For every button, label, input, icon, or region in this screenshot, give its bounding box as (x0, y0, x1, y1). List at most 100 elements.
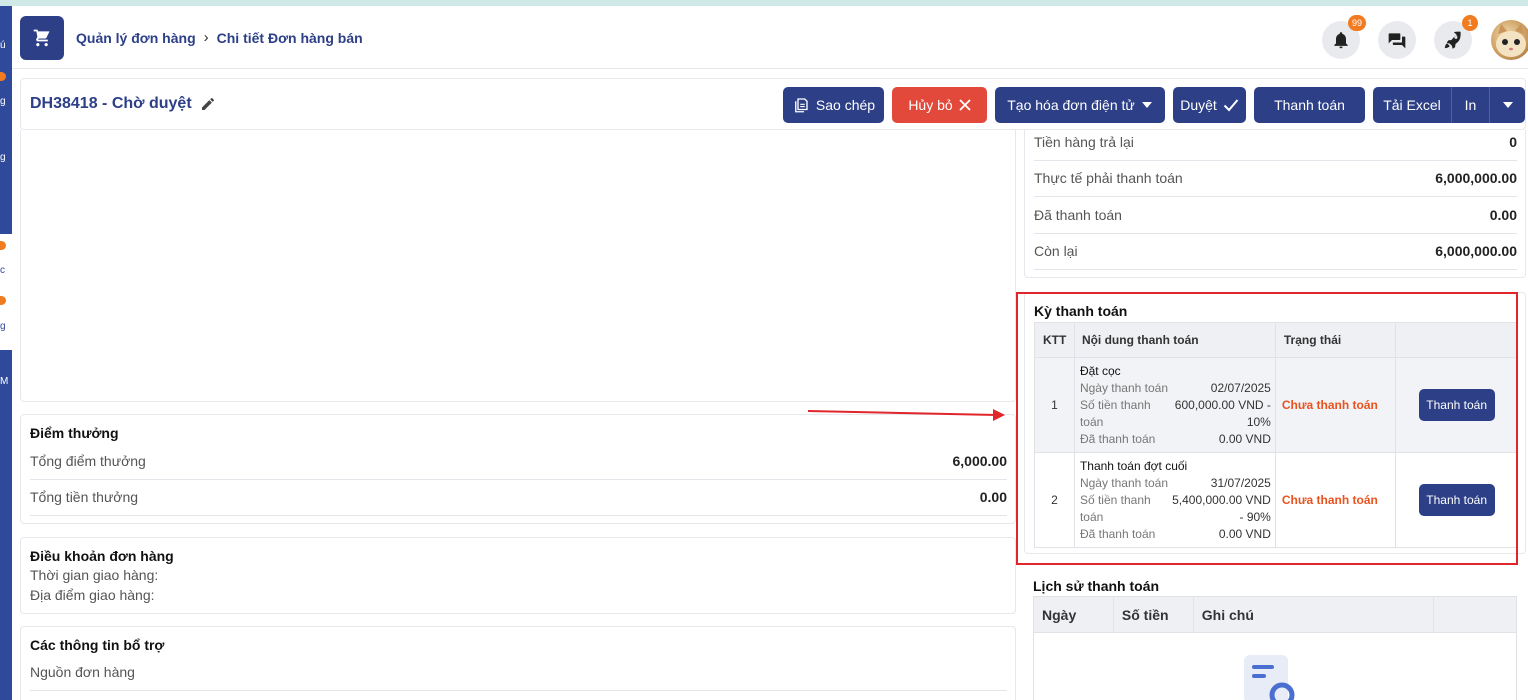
term-number: 2 (1034, 452, 1075, 548)
term-amount-row: Số tiền thanh toán 5,400,000.00 VND - 90% (1080, 492, 1271, 526)
order-source-label: Nguồn đơn hàng (30, 664, 135, 680)
column-header-no: KTT (1034, 322, 1075, 358)
term-paid-label: Đã thanh toán (1079, 431, 1156, 446)
order-terms-panel: Điều khoản đơn hàng Thời gian giao hàng:… (20, 537, 1016, 614)
edit-icon[interactable] (200, 96, 216, 112)
total-reward-value: 0.00 (979, 489, 1007, 505)
product-list-panel (20, 130, 1016, 402)
term-date-label: Ngày thanh toán (1079, 380, 1169, 395)
cart-icon (33, 29, 50, 47)
nav-letter: M (0, 376, 9, 387)
check-icon (1223, 99, 1239, 112)
divider (30, 479, 1007, 480)
paid-amount-value: 0.00 (1489, 207, 1517, 223)
term-date-row: Ngày thanh toán 02/07/2025 (1080, 380, 1271, 397)
print-label: In (1464, 97, 1477, 113)
updates-count-badge: 1 (1462, 15, 1478, 31)
left-nav-strip[interactable]: ú g g c g M (0, 6, 12, 700)
total-points-label: Tổng điểm thưởng (30, 453, 146, 469)
extra-info-panel: Các thông tin bổ trợ Nguồn đơn hàng (20, 626, 1016, 700)
approve-label: Duyệt (1180, 97, 1217, 113)
breadcrumb-link-orders[interactable]: Quản lý đơn hàng (76, 30, 196, 46)
avatar[interactable] (1491, 20, 1528, 60)
chat-icon (1388, 33, 1406, 49)
returned-amount-label: Tiền hàng trả lại (1034, 134, 1134, 150)
term-name: Đặt cọc (1079, 363, 1121, 378)
pay-term-button[interactable]: Thanh toán (1418, 484, 1495, 516)
term-date-value: 31/07/2025 (1210, 475, 1271, 490)
empty-state-cell (1033, 632, 1517, 700)
term-paid-value: 0.00 VND (1218, 431, 1271, 446)
column-header-content: Nội dung thanh toán (1073, 322, 1276, 358)
rocket-icon (1444, 31, 1461, 49)
cancel-label: Hủy bỏ (908, 97, 953, 113)
export-print-group: Tải Excel In (1373, 87, 1525, 123)
export-excel-button[interactable]: Tải Excel (1373, 87, 1452, 123)
more-actions-dropdown[interactable] (1490, 87, 1525, 123)
copy-button[interactable]: Sao chép (783, 87, 884, 123)
payment-terms-panel: Kỳ thanh toán KTT Nội dung thanh toán Tr… (1024, 292, 1526, 554)
column-header-date: Ngày (1033, 596, 1114, 633)
print-button[interactable]: In (1452, 87, 1490, 123)
create-einvoice-dropdown[interactable]: Tạo hóa đơn điện tử (995, 87, 1165, 123)
total-reward-label: Tổng tiền thưởng (30, 489, 139, 505)
messages-button[interactable] (1378, 21, 1416, 59)
payment-terms-title: Kỳ thanh toán (1034, 303, 1128, 319)
term-name: Thanh toán đợt cuối (1079, 458, 1188, 473)
annotation-arrow-icon (807, 409, 1005, 421)
close-icon (959, 99, 971, 111)
term-amount-label: Số tiền thanh toán (1079, 397, 1151, 429)
page-title: DH38418 - Chờ duyệt (30, 95, 216, 113)
nav-letter: g (0, 321, 6, 332)
caret-down-icon (1141, 102, 1152, 108)
nav-letter: ú (0, 40, 6, 51)
term-amount-value: 600,000.00 VND - 10% (1174, 397, 1271, 429)
payment-terms-table: KTT Nội dung thanh toán Trạng thái 1 Đặt… (1034, 322, 1518, 548)
term-paid-row: Đã thanh toán 0.00 VND (1080, 431, 1271, 448)
column-header-note: Ghi chú (1192, 596, 1435, 633)
nav-letter: g (0, 96, 6, 107)
table-header-row: KTT Nội dung thanh toán Trạng thái (1034, 322, 1518, 358)
delivery-time-label: Thời gian giao hàng: (30, 567, 159, 583)
remaining-label: Còn lại (1034, 243, 1078, 259)
status-badge: Chưa thanh toán (1281, 493, 1378, 507)
delivery-place-label: Địa điểm giao hàng: (30, 587, 155, 603)
updates-button[interactable]: 1 (1434, 15, 1478, 59)
cancel-order-button[interactable]: Hủy bỏ (892, 87, 987, 123)
nav-active-item[interactable] (0, 234, 12, 350)
einvoice-label: Tạo hóa đơn điện tử (1007, 97, 1135, 113)
payment-history-title: Lịch sử thanh toán (1033, 578, 1160, 594)
column-header-status: Trạng thái (1274, 322, 1397, 358)
term-date-value: 02/07/2025 (1210, 380, 1271, 395)
payment-button[interactable]: Thanh toán (1254, 87, 1365, 123)
payment-summary-panel: Tiền hàng trả lại 0 Thực tế phải thanh t… (1024, 130, 1526, 278)
chevron-right-icon: › (203, 29, 209, 46)
nav-badge-dot (0, 72, 6, 81)
divider (1034, 269, 1517, 270)
pay-term-button[interactable]: Thanh toán (1418, 389, 1495, 421)
order-terms-title: Điều khoản đơn hàng (30, 548, 174, 564)
payment-history-panel: Lịch sử thanh toán Ngày Số tiền Ghi chú (1024, 568, 1526, 700)
approve-button[interactable]: Duyệt (1173, 87, 1246, 123)
reward-points-title: Điểm thưởng (30, 425, 119, 441)
notification-count-badge: 99 (1348, 15, 1366, 31)
table-header-row: Ngày Số tiền Ghi chú (1033, 596, 1517, 633)
breadcrumb: Quản lý đơn hàng › Chi tiết Đơn hàng bán (76, 29, 363, 46)
breadcrumb-current: Chi tiết Đơn hàng bán (216, 29, 363, 46)
divider (1034, 233, 1517, 234)
actual-payable-label: Thực tế phải thanh toán (1034, 170, 1183, 186)
cart-button[interactable] (20, 16, 64, 60)
payment-label: Thanh toán (1274, 97, 1345, 113)
term-number: 1 (1034, 357, 1075, 453)
table-row: 1 Đặt cọc Ngày thanh toán 02/07/2025 Số t… (1034, 357, 1518, 453)
notifications-button[interactable]: 99 (1322, 15, 1366, 59)
nav-letter: c (0, 265, 5, 276)
divider (30, 690, 1007, 691)
order-title-bar: DH38418 - Chờ duyệt Sao chép Hủy bỏ Tạo … (20, 78, 1526, 130)
total-points-value: 6,000.00 (952, 453, 1008, 469)
excel-label: Tải Excel (1383, 97, 1441, 113)
remaining-value: 6,000,000.00 (1435, 243, 1517, 259)
divider (1034, 160, 1517, 161)
caret-down-icon (1502, 102, 1513, 108)
term-content-cell: Đặt cọc Ngày thanh toán 02/07/2025 Số tiề… (1073, 357, 1276, 453)
